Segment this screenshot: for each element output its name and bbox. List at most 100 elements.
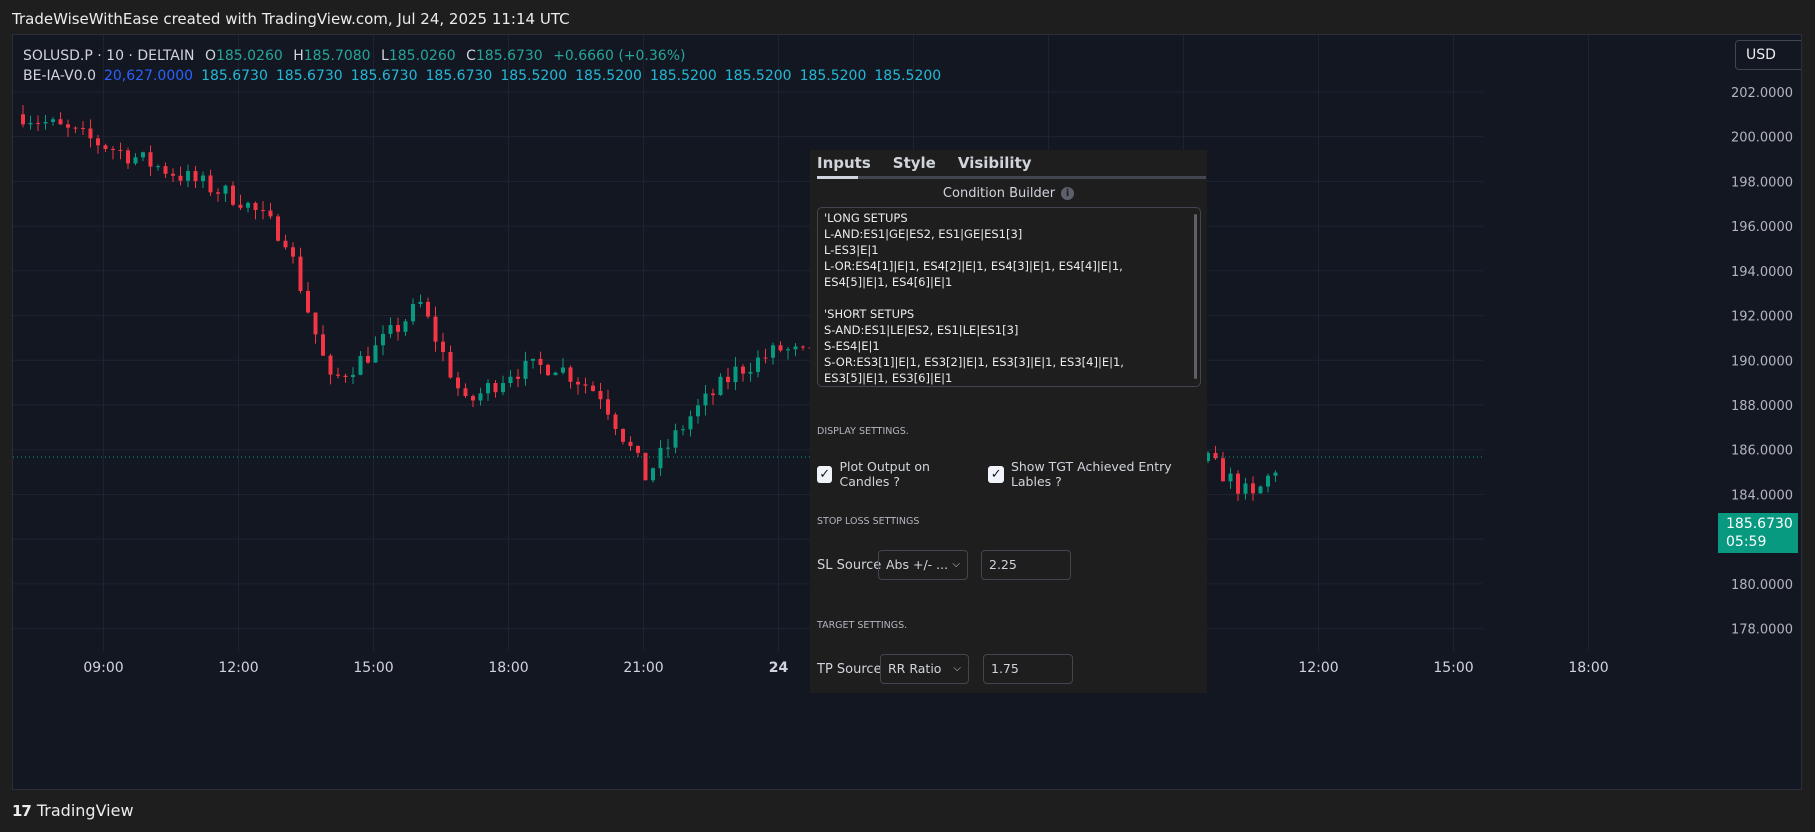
candle-body (336, 374, 340, 376)
x-axis-tick-label: 18:00 (488, 660, 528, 676)
tab-underline (817, 176, 1206, 179)
candle-body (553, 372, 558, 376)
y-axis-tick-label: 188.0000 (1731, 399, 1793, 414)
condition-line: 'LONG SETUPS (824, 211, 908, 225)
tp-source-select[interactable]: RR Ratio ⌵ (880, 654, 969, 684)
sl-source-label: SL Source (817, 558, 882, 573)
candle-body (456, 377, 460, 389)
y-axis-tick-label: 200.0000 (1731, 131, 1793, 146)
x-axis-tick-label: 09:00 (83, 660, 123, 676)
indicator-value: 185.5200 (799, 68, 867, 84)
candle-body (73, 127, 78, 129)
indicator-value: 185.6730 (350, 68, 418, 84)
candle-body (43, 121, 48, 124)
candle-body (133, 157, 138, 164)
candle-body (298, 256, 303, 291)
y-axis-tick-label: 198.0000 (1731, 175, 1793, 190)
condition-line: ES3[5]|E|1, ES3[6]|E|1 (824, 371, 953, 385)
indicator-value: 185.6730 (201, 68, 268, 84)
indicator-settings-dialog: Inputs Style Visibility Condition Builde… (810, 150, 1207, 693)
candle-body (411, 304, 415, 322)
candle-body (366, 355, 370, 363)
tab-inputs[interactable]: Inputs (817, 154, 871, 172)
candle-body (36, 122, 40, 124)
condition-builder-textarea[interactable]: 'LONG SETUPS L-AND:ES1|GE|ES2, ES1|GE|ES… (817, 207, 1201, 387)
candle-body (66, 124, 70, 128)
indicator-name[interactable]: BE-IA-V0.0 (23, 68, 96, 84)
candle-body (291, 247, 295, 257)
indicator-value: 185.5200 (649, 68, 717, 84)
candle-body (651, 468, 655, 481)
tp-source-value: RR Ratio (888, 661, 942, 676)
currency-button[interactable]: USD (1735, 40, 1801, 70)
y-axis-tick-label: 196.0000 (1731, 220, 1793, 235)
tab-visibility[interactable]: Visibility (958, 154, 1032, 172)
candle-body (688, 416, 693, 430)
open-value: 185.0260 (215, 48, 283, 64)
x-axis-tick-label: 15:00 (1433, 660, 1473, 676)
symbol-label[interactable]: SOLUSD.P · 10 · DELTAIN (23, 48, 194, 64)
tp-value-input[interactable]: 1.75 (983, 654, 1073, 684)
change-value: +0.6660 (+0.36%) (553, 48, 686, 64)
low-value: 185.0260 (388, 48, 456, 64)
candle-body (351, 374, 355, 378)
candle-body (681, 429, 685, 431)
tab-style[interactable]: Style (893, 154, 936, 172)
candle-body (448, 352, 453, 378)
show-tgt-label[interactable]: Show TGT Achieved Entry Lables ? (1011, 459, 1207, 489)
candle-body (343, 375, 348, 378)
candle-body (126, 150, 130, 164)
y-axis-tick-label: 180.0000 (1731, 578, 1793, 593)
candle-body (103, 145, 108, 149)
indicator-value: 185.6730 (425, 68, 493, 84)
brand-name: TradingView (36, 801, 134, 820)
candle-body (673, 430, 678, 448)
candle-body (276, 216, 280, 241)
candle-body (216, 192, 220, 194)
indicator-value: 185.6730 (275, 68, 343, 84)
candle-body (441, 341, 445, 353)
tradingview-logo[interactable]: 17 TradingView (12, 801, 134, 820)
candle-body (486, 383, 490, 394)
textarea-scrollbar[interactable] (1194, 214, 1197, 379)
y-axis-tick-label: 186.0000 (1731, 444, 1793, 459)
candle-body (658, 447, 663, 469)
candle-body (1228, 473, 1233, 482)
last-price-tag: 185.6730 05:59 (1718, 513, 1798, 553)
candle-body (778, 345, 783, 351)
condition-line: S-OR:ES3[1]|E|1, ES3[2]|E|1, ES3[3]|E|1,… (824, 355, 1124, 369)
show-tgt-checkbox[interactable]: ✓ (988, 465, 1004, 483)
candle-body (628, 441, 633, 447)
condition-line: L-ES3|E|1 (824, 243, 879, 257)
x-axis-tick-label: 18:00 (1568, 660, 1608, 676)
candle-body (88, 128, 93, 139)
candle-body (801, 346, 805, 348)
plot-output-label[interactable]: Plot Output on Candles ? (839, 459, 980, 489)
plot-output-checkbox[interactable]: ✓ (817, 465, 833, 483)
display-settings-heading: DISPLAY SETTINGS. (817, 426, 909, 437)
sl-source-select[interactable]: Abs +/- ... ⌵ (878, 550, 968, 580)
condition-line: ES4[5]|E|1, ES4[6]|E|1 (824, 275, 953, 289)
candle-body (741, 366, 745, 374)
sl-source-value: Abs +/- ... (886, 557, 949, 572)
candle-body (666, 447, 670, 449)
candle-body (636, 446, 640, 453)
candle-body (141, 152, 145, 158)
candle-body (223, 185, 228, 194)
high-value: 185.7080 (303, 48, 371, 64)
candle-body (771, 345, 775, 358)
candle-body (1213, 452, 1218, 459)
candle-body (583, 384, 588, 386)
x-axis-tick-label: 12:00 (1298, 660, 1338, 676)
indicator-value: 185.5200 (575, 68, 642, 84)
open-label: O (204, 48, 216, 64)
candle-body (696, 405, 700, 417)
candle-body (1221, 458, 1225, 482)
info-icon[interactable]: i (1061, 187, 1075, 200)
checkbox-row: ✓ Plot Output on Candles ? ✓ Show TGT Ac… (817, 459, 1207, 489)
indicator-value: 185.5200 (724, 68, 792, 84)
candle-body (81, 127, 85, 129)
sl-value-input[interactable]: 2.25 (981, 550, 1071, 580)
y-axis-tick-label: 194.0000 (1731, 265, 1793, 280)
chevron-down-icon: ⌵ (953, 663, 961, 674)
